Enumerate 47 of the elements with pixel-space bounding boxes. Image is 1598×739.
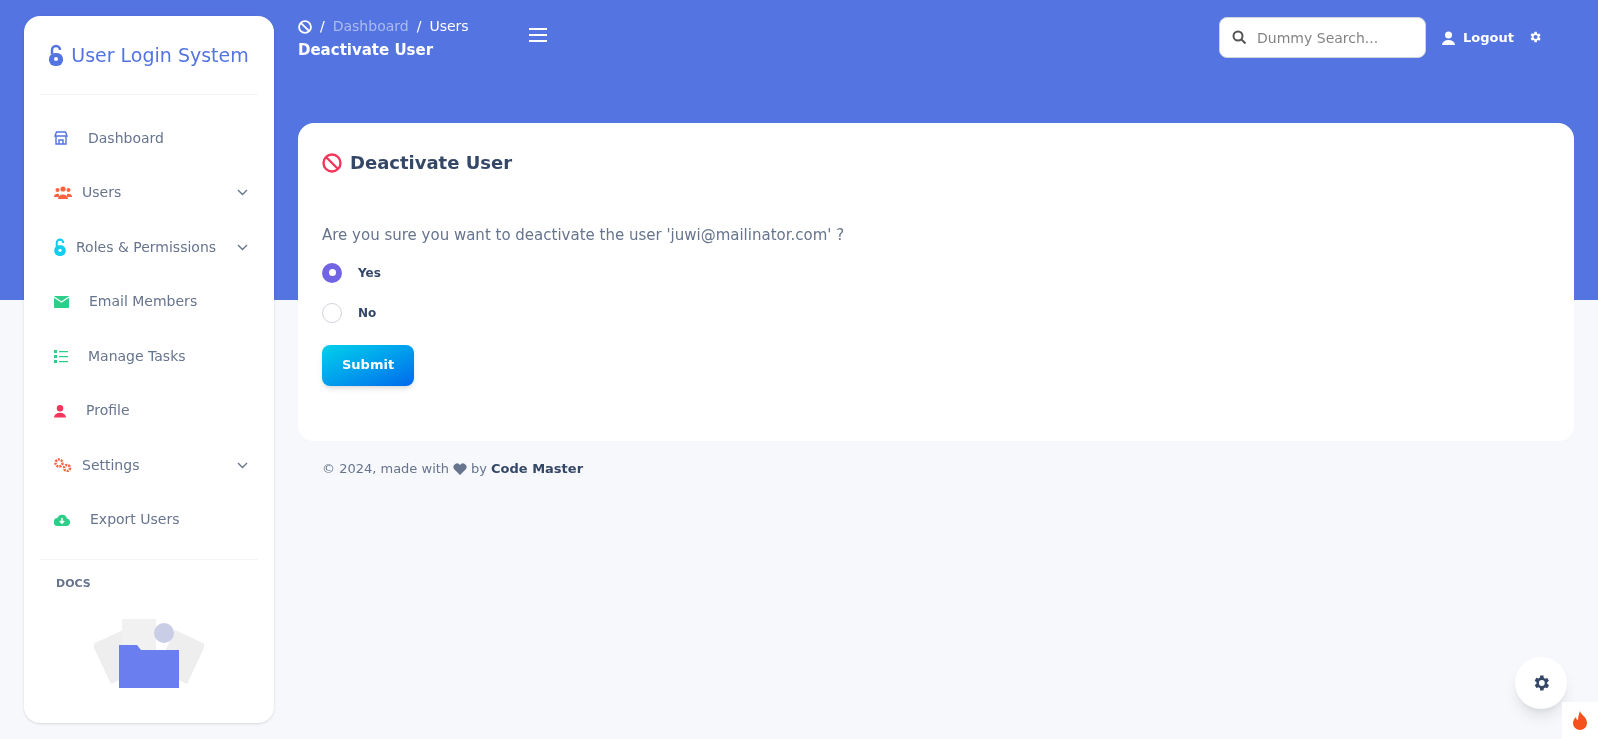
- heart-icon: [453, 462, 468, 475]
- sidebar-item[interactable]: Export Users: [24, 492, 274, 547]
- settings-icon[interactable]: [1528, 30, 1542, 44]
- submit-button[interactable]: Submit: [322, 344, 415, 386]
- flame-icon: [1572, 710, 1588, 731]
- sidebar-item[interactable]: Email Members: [24, 274, 274, 329]
- author-link[interactable]: Code Master: [491, 459, 584, 479]
- radio-label: No: [358, 304, 377, 322]
- gears-icon: [54, 458, 72, 473]
- chevron-down-icon: [237, 243, 248, 251]
- user-icon: [54, 403, 66, 418]
- chevron-down-icon: [237, 461, 248, 469]
- card-title: Deactivate User: [350, 151, 513, 175]
- search-field[interactable]: Dummy Search...: [1219, 17, 1427, 58]
- footer-text: © 2024, made with: [322, 460, 450, 478]
- logout-link[interactable]: Logout: [1442, 28, 1514, 48]
- list-icon: [54, 349, 68, 363]
- padlock-icon: [54, 238, 66, 257]
- menu-icon[interactable]: [528, 28, 548, 42]
- radio-button[interactable]: [322, 302, 342, 323]
- radio-button[interactable]: [322, 262, 342, 283]
- padlock-icon: [49, 44, 64, 66]
- search-icon: [1232, 30, 1248, 45]
- sidebar-item[interactable]: Dashboard: [24, 111, 274, 166]
- chevron-down-icon: [237, 189, 248, 197]
- breadcrumb-separator: /: [320, 17, 325, 36]
- section-heading: DOCS: [56, 576, 92, 592]
- page-title: Deactivate User: [298, 40, 435, 61]
- people-icon: [54, 186, 72, 200]
- storefront-icon: [54, 131, 68, 146]
- breadcrumb-link[interactable]: Users: [429, 16, 469, 37]
- sidebar-item[interactable]: Users: [24, 165, 274, 220]
- sidebar-item[interactable]: Profile: [24, 383, 274, 438]
- sidebar-item[interactable]: Manage Tasks: [24, 329, 274, 384]
- sidebar-item[interactable]: Roles & Permissions: [24, 220, 274, 275]
- brand-title: User Login System: [71, 42, 249, 68]
- prohibited-icon[interactable]: [298, 19, 312, 34]
- envelope-icon: [54, 295, 69, 308]
- settings-button[interactable]: [1515, 657, 1567, 709]
- prohibited-icon: [322, 152, 342, 173]
- user-icon: [1442, 30, 1456, 45]
- breadcrumb-separator: /: [416, 17, 422, 36]
- radio-label: Yes: [358, 264, 381, 282]
- question-text: Are you sure you want to deactivate the user 'juwi@mailinator.com' ?: [322, 225, 845, 246]
- footer-text: by: [471, 460, 488, 478]
- cloud-download-icon: [54, 513, 70, 526]
- sidebar-item[interactable]: Settings: [24, 438, 274, 493]
